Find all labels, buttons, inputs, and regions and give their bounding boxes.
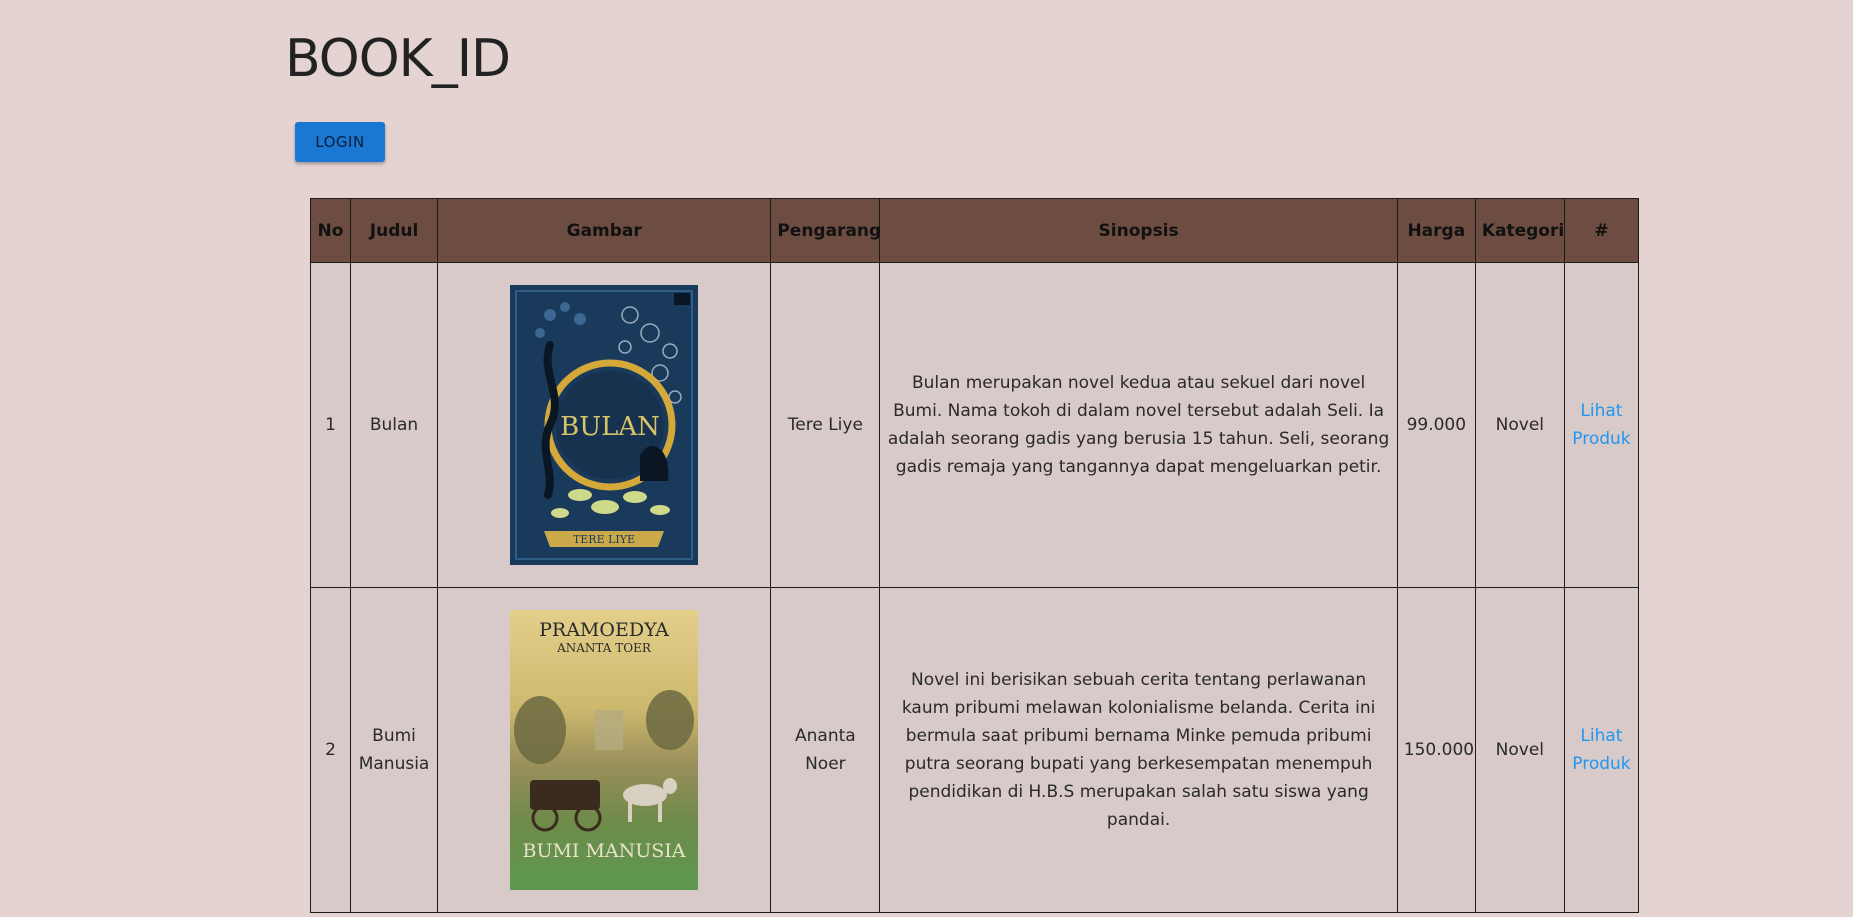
- cell-sinopsis: Bulan merupakan novel kedua atau sekuel …: [879, 262, 1398, 588]
- column-header-judul: Judul: [350, 198, 439, 263]
- cover-author-bottom-text: ANANTA TOER: [556, 641, 652, 655]
- view-product-link[interactable]: Lihat Produk: [1572, 401, 1630, 449]
- cell-judul: Bulan: [350, 262, 439, 588]
- cover-author-top-text: PRAMOEDYA: [539, 619, 669, 641]
- page: BOOK_ID LOGIN No Judul Gambar Pengarang …: [0, 0, 1853, 917]
- cover-title-text: BUMI MANUSIA: [523, 840, 686, 862]
- cell-kategori: Novel: [1474, 262, 1565, 588]
- cell-judul: Bumi Manusia: [350, 587, 439, 913]
- column-header-harga: Harga: [1396, 198, 1476, 263]
- cell-no: 1: [309, 262, 352, 588]
- table-row: 2 Bumi Manusia PRAMOEDYA ANANTA TOER BUM…: [309, 587, 1640, 913]
- cover-title-text: BULAN: [560, 412, 660, 442]
- page-title: BOOK_ID: [285, 29, 511, 89]
- column-header-no: No: [309, 198, 352, 263]
- cell-sinopsis: Novel ini berisikan sebuah cerita tentan…: [879, 587, 1398, 913]
- cell-harga: 150.000: [1396, 587, 1476, 913]
- cell-gambar: TERE LIYE BULAN: [437, 262, 772, 588]
- column-header-sinopsis: Sinopsis: [879, 198, 1398, 263]
- cell-action: Lihat Produk: [1563, 262, 1640, 588]
- cell-pengarang: Tere Liye: [770, 262, 881, 588]
- cell-harga: 99.000: [1396, 262, 1476, 588]
- login-button[interactable]: LOGIN: [295, 122, 385, 162]
- table-row: 1 Bulan TERE LIYE BULAN Tere Liye Bulan …: [309, 262, 1640, 588]
- book-cover-image: TERE LIYE BULAN: [510, 285, 699, 565]
- table-header-row: No Judul Gambar Pengarang Sinopsis Harga…: [309, 198, 1640, 263]
- view-product-link[interactable]: Lihat Produk: [1572, 726, 1630, 774]
- cell-gambar: PRAMOEDYA ANANTA TOER BUMI MANUSIA: [437, 587, 772, 913]
- column-header-gambar: Gambar: [437, 198, 772, 263]
- book-cover-image: PRAMOEDYA ANANTA TOER BUMI MANUSIA: [510, 610, 699, 890]
- cell-no: 2: [309, 587, 352, 913]
- column-header-kategori: Kategori: [1474, 198, 1565, 263]
- column-header-pengarang: Pengarang: [770, 198, 881, 263]
- cover-author-text: TERE LIYE: [573, 533, 635, 546]
- cell-kategori: Novel: [1474, 587, 1565, 913]
- books-table: No Judul Gambar Pengarang Sinopsis Harga…: [309, 198, 1640, 913]
- cell-pengarang: Ananta Noer: [770, 587, 881, 913]
- column-header-action: #: [1563, 198, 1640, 263]
- cell-action: Lihat Produk: [1563, 587, 1640, 913]
